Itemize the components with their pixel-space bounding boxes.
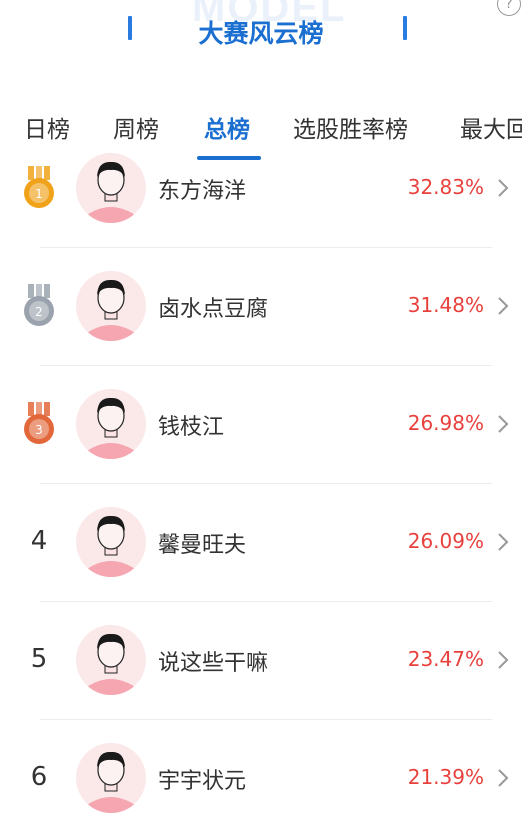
ranking-row[interactable]: 4 馨曼旺夫 26.09% xyxy=(0,484,522,602)
medal-number: 1 xyxy=(35,187,43,201)
chevron-right-icon[interactable] xyxy=(496,531,510,553)
medal-bronze-icon: 3 xyxy=(22,402,56,446)
user-name: 钱枝江 xyxy=(158,415,225,440)
page-title: 大赛风云榜 xyxy=(198,19,324,48)
medal-silver-icon: 2 xyxy=(22,284,56,328)
chevron-right-icon[interactable] xyxy=(496,295,510,317)
chevron-right-icon[interactable] xyxy=(496,649,510,671)
medal-number: 3 xyxy=(35,423,43,437)
medal-number: 2 xyxy=(35,305,43,319)
win-rate-percent: 23.47% xyxy=(407,647,484,671)
win-rate-percent: 26.98% xyxy=(407,411,484,435)
rank-number: 6 xyxy=(30,762,48,792)
rank-number: 4 xyxy=(30,526,48,556)
user-name: 说这些干嘛 xyxy=(158,651,269,676)
ranking-row[interactable]: 6 宇宇状元 21.39% xyxy=(0,720,522,838)
medal-gold-icon: 1 xyxy=(22,166,56,210)
avatar xyxy=(76,507,146,577)
avatar xyxy=(76,743,146,813)
avatar xyxy=(76,625,146,695)
ranking-row[interactable]: 2 卤水点豆腐 31.48% xyxy=(0,248,522,366)
page-header: MODEL 大赛风云榜 ? xyxy=(0,0,522,100)
rank-number: 5 xyxy=(30,644,48,674)
user-name: 馨曼旺夫 xyxy=(158,533,247,558)
avatar xyxy=(76,153,146,223)
win-rate-percent: 32.83% xyxy=(407,175,484,199)
chevron-right-icon[interactable] xyxy=(496,767,510,789)
win-rate-percent: 26.09% xyxy=(407,529,484,553)
win-rate-percent: 31.48% xyxy=(407,293,484,317)
chevron-right-icon[interactable] xyxy=(496,413,510,435)
avatar xyxy=(76,271,146,341)
ranking-row[interactable]: 1 东方海洋 32.83% xyxy=(0,130,522,248)
ranking-row[interactable]: 5 说这些干嘛 23.47% xyxy=(0,602,522,720)
avatar xyxy=(76,389,146,459)
user-name: 卤水点豆腐 xyxy=(158,297,269,322)
title-right-bar xyxy=(403,16,407,40)
win-rate-percent: 21.39% xyxy=(407,765,484,789)
chevron-right-icon[interactable] xyxy=(496,177,510,199)
user-name: 宇宇状元 xyxy=(158,769,247,794)
ranking-row[interactable]: 3 钱枝江 26.98% xyxy=(0,366,522,484)
user-name: 东方海洋 xyxy=(158,179,247,204)
